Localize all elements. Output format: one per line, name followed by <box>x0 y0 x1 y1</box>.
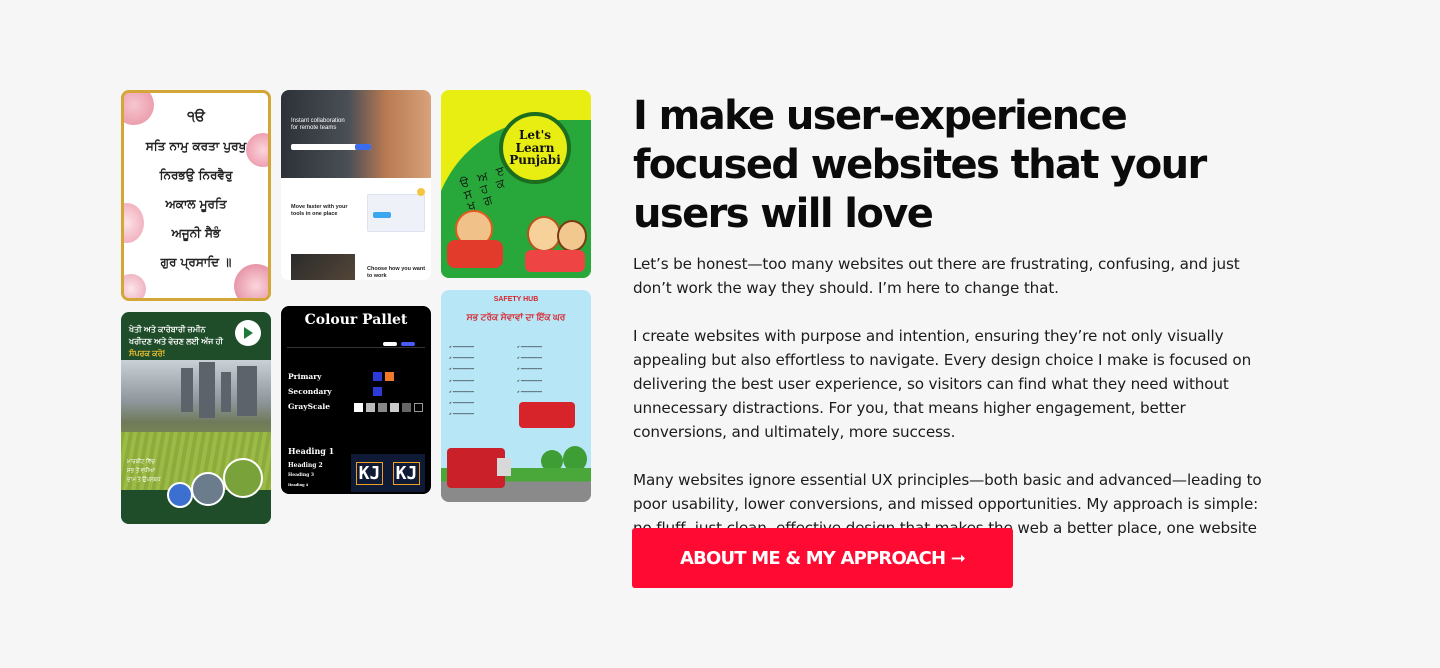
tile-heading-highlight: ਸੰਪਰਕ ਕਰੋ! <box>129 349 166 358</box>
tile-title: Let's Learn Punjabi <box>509 128 561 168</box>
tile-heading: ਖੇਤੀ ਅਤੇ ਕਾਰੋਬਾਰੀ ਜ਼ਮੀਨ ਖਰੀਦਣ ਅਤੇ ਵੇਚਣ ਲ… <box>129 324 225 360</box>
portfolio-gallery: ੧ੳ ਸਤਿ ਨਾਮੁ ਕਰਤਾ ਪੁਰਖੁ ਨਿਰਭਉ ਨਿਰਵੈਰੁ ਅਕਾ… <box>121 90 591 524</box>
mockup-hero-text: Instant collaboration for remote teams <box>291 118 345 132</box>
mockup-section-title: Move faster with your tools in one place <box>291 204 348 218</box>
tile-title: Colour Pallet <box>304 312 408 328</box>
intro-section: I make user-experience focused websites … <box>633 92 1273 564</box>
gallery-tile-colour-pallet[interactable]: Colour Pallet Primary Secondary GrayScal… <box>281 306 431 494</box>
gallery-tile-safety-hub[interactable]: SAFETY HUB ਸਭ ਟਰੱਕ ਸੇਵਾਵਾਂ ਦਾ ਇੱਕ ਘਰ ✔ ━… <box>441 290 591 502</box>
colour-swatch <box>366 403 375 412</box>
logo-preview: KJ KJ <box>351 454 425 492</box>
mockup-hero <box>281 90 431 178</box>
child-illustration <box>447 240 503 268</box>
heading-sample: Heading 1 <box>288 446 335 456</box>
building <box>237 366 257 416</box>
gurbani-line: ਅਕਾਲ ਮੂਰਤਿ <box>165 197 227 211</box>
gurbani-text: ੧ੳ ਸਤਿ ਨਾਮੁ ਕਰਤਾ ਪੁਰਖੁ ਨਿਰਭਉ ਨਿਰਵੈਰੁ ਅਕਾ… <box>140 109 252 273</box>
mockup-dot <box>417 188 425 196</box>
child-illustration <box>527 216 561 252</box>
tile-heading: ਸਭ ਟਰੱਕ ਸੇਵਾਵਾਂ ਦਾ ਇੱਕ ਘਰ <box>466 312 566 322</box>
gurbani-line: ਸਤਿ ਨਾਮੁ ਕਰਤਾ ਪੁਰਖੁ <box>145 139 247 153</box>
heading-sample: Heading 3 <box>288 473 315 478</box>
colour-swatch <box>414 403 423 412</box>
tile-heading-text: ਖੇਤੀ ਅਤੇ ਕਾਰੋਬਾਰੀ ਜ਼ਮੀਨ ਖਰੀਦਣ ਅਤੇ ਵੇਚਣ ਲ… <box>129 325 223 346</box>
gurbani-line: ਗੁਰ ਪ੍ਰਸਾਦਿ ॥ <box>160 255 232 269</box>
gurbani-line: ੧ੳ <box>187 109 205 125</box>
about-me-button[interactable]: ABOUT ME & MY APPROACH ➞ <box>632 528 1013 588</box>
building <box>181 368 193 412</box>
book-illustration <box>525 250 585 272</box>
gallery-tile-learn-punjabi[interactable]: Let's Learn Punjabi ੳ ਅ ੲਸ ਹ ਕਖ ਗ <box>441 90 591 278</box>
flower-decoration <box>124 274 146 298</box>
colour-swatch <box>385 372 394 381</box>
play-logo-icon <box>235 320 261 346</box>
building <box>199 362 215 418</box>
photo-bubble <box>223 458 263 498</box>
colour-swatch <box>373 372 382 381</box>
photo-bubble <box>167 482 193 508</box>
contact-badge <box>519 402 575 428</box>
mockup-nav-button <box>401 342 415 346</box>
palette-label: GrayScale <box>288 402 331 411</box>
heading-sample: Heading 4 <box>288 483 309 487</box>
gurbani-line: ਨਿਰਭਉ ਨਿਰਵੈਰੁ <box>159 168 233 182</box>
gallery-tile-real-estate[interactable]: ਖੇਤੀ ਅਤੇ ਕਾਰੋਬਾਰੀ ਜ਼ਮੀਨ ਖਰੀਦਣ ਅਤੇ ਵੇਚਣ ਲ… <box>121 312 271 524</box>
page-headline: I make user-experience focused websites … <box>633 93 1207 237</box>
colour-swatch <box>402 403 411 412</box>
safety-hub-logo: SAFETY HUB <box>493 296 539 303</box>
services-list: ✔ ━━━━━━━━━━ ✔ ━━━━━━━━━━ ✔ ━━━━━━━━━━ ✔ ━━… <box>517 345 542 394</box>
colour-swatch <box>373 387 382 396</box>
mockup-nav-button <box>383 342 397 346</box>
palette-label: Primary <box>288 372 322 381</box>
child-illustration <box>557 220 587 252</box>
gurbani-line: ਅਜੂਨੀ ਸੈਭੰ <box>171 226 221 240</box>
intro-paragraph: I create websites with purpose and inten… <box>633 327 1252 441</box>
tile-footnote: ਮਾਰਕੀਟ ਵਿੱਚ ਸਭ ਤੋਂ ਵਧੀਆ ਦਾਮ ਤੇ ਉਪਲਬਧ <box>127 459 161 483</box>
building <box>221 372 231 412</box>
intro-paragraph: Let’s be honest—too many websites out th… <box>633 255 1240 297</box>
truck-illustration <box>447 448 511 488</box>
mockup-card-accent <box>373 212 391 218</box>
mockup-button <box>355 144 371 150</box>
gallery-tile-web-mockup[interactable]: Instant collaboration for remote teams M… <box>281 90 431 280</box>
photo-bubble <box>191 472 225 506</box>
gallery-tile-gurbani[interactable]: ੧ੳ ਸਤਿ ਨਾਮੁ ਕਰਤਾ ਪੁਰਖੁ ਨਿਰਭਉ ਨਿਰਵੈਰੁ ਅਕਾ… <box>121 90 271 301</box>
mockup-image <box>291 254 355 280</box>
palette-label: Secondary <box>288 387 332 396</box>
colour-swatch <box>378 403 387 412</box>
title-badge: Let's Learn Punjabi <box>499 112 571 184</box>
colour-swatch <box>354 403 363 412</box>
heading-sample: Heading 2 <box>288 462 323 469</box>
services-list: ✔ ━━━━━━━━━━ ✔ ━━━━━━━━━━ ✔ ━━━━━━━━━━ ✔ ━━… <box>449 345 474 417</box>
mockup-nav <box>287 342 425 348</box>
colour-swatch <box>390 403 399 412</box>
mockup-section-title: Choose how you want to work <box>367 266 426 280</box>
